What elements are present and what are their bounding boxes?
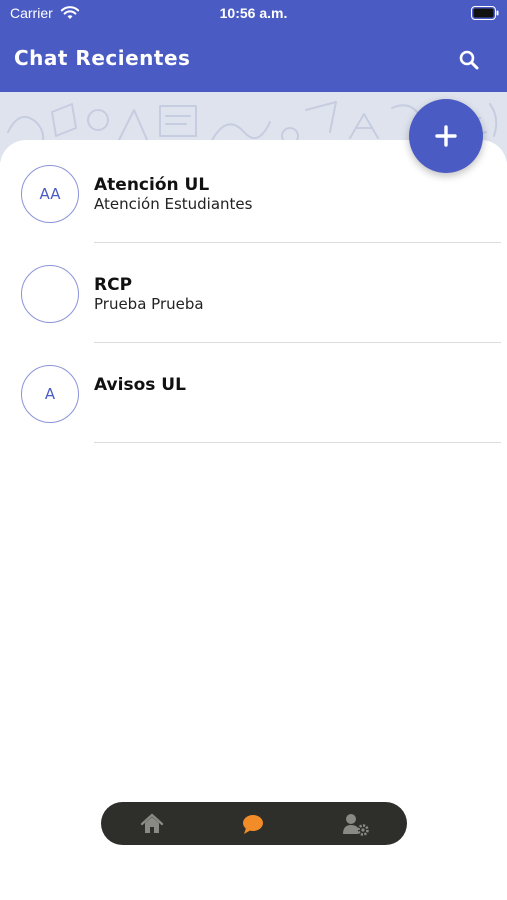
plus-icon xyxy=(435,125,457,147)
app-header: Chat Recientes xyxy=(0,28,507,92)
search-icon[interactable] xyxy=(457,48,481,72)
new-chat-button[interactable] xyxy=(409,99,483,173)
battery-icon xyxy=(471,6,499,20)
chat-subtitle: Prueba Prueba xyxy=(94,295,204,313)
chat-list-item[interactable]: RCP Prueba Prueba xyxy=(0,243,507,343)
chat-name: Atención UL xyxy=(94,175,210,195)
clock-label: 10:56 a.m. xyxy=(219,5,288,21)
user-settings-icon[interactable] xyxy=(342,812,370,836)
divider xyxy=(94,442,501,443)
avatar xyxy=(21,265,79,323)
chat-list: AA Atención UL Atención Estudiantes RCP … xyxy=(0,143,507,443)
chat-list-item[interactable]: A Avisos UL xyxy=(0,343,507,443)
chat-bubble-icon[interactable] xyxy=(241,812,265,836)
page-title: Chat Recientes xyxy=(14,46,191,70)
chat-subtitle: Atención Estudiantes xyxy=(94,195,253,213)
chat-name: Avisos UL xyxy=(94,375,186,395)
status-bar: Carrier 10:56 a.m. xyxy=(0,0,507,28)
avatar: A xyxy=(21,365,79,423)
home-icon[interactable] xyxy=(140,812,164,836)
chat-name: RCP xyxy=(94,275,133,295)
avatar: AA xyxy=(21,165,79,223)
bottom-tab-bar xyxy=(101,802,407,845)
